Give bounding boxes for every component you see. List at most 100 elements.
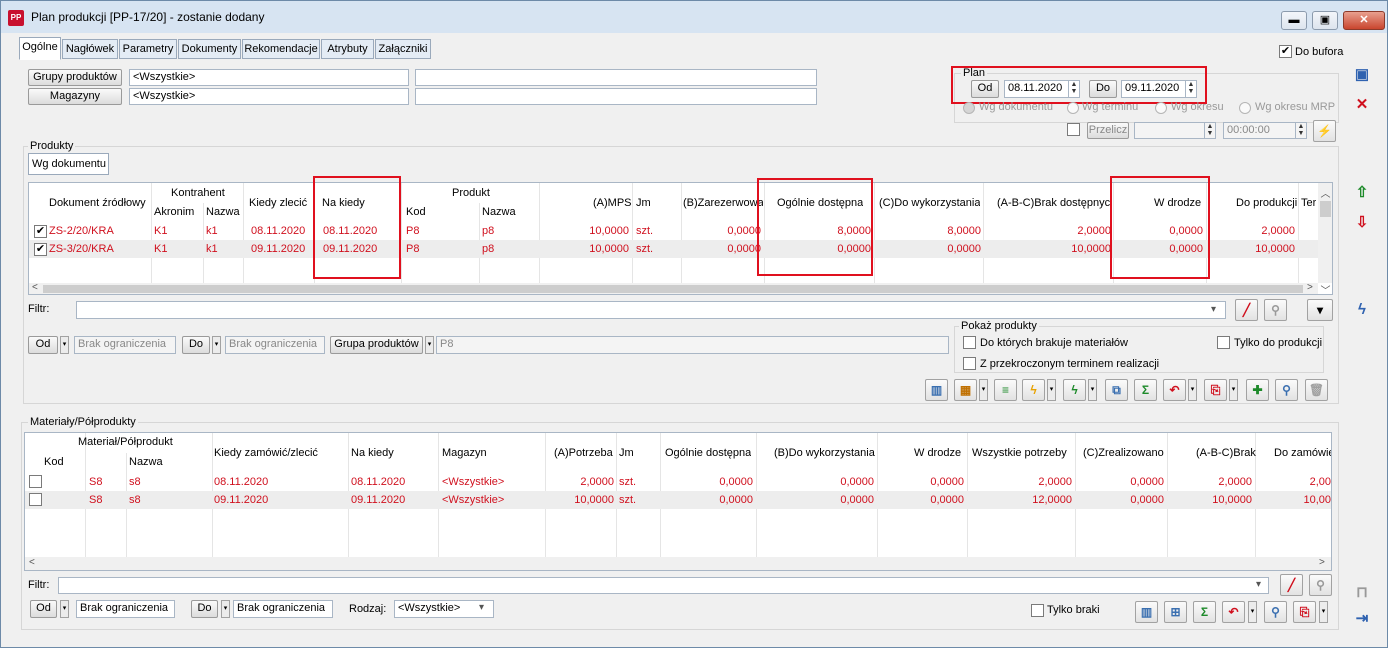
grupy-produktow-button[interactable]: Grupy produktów [28, 69, 122, 86]
tab-wg-dokumentu[interactable]: Wg dokumentu [28, 153, 109, 175]
row-checkbox[interactable]: ✔ [34, 225, 47, 238]
col-a-potrzeba[interactable]: (A)Potrzeba [554, 447, 613, 459]
col-w-drodze[interactable]: W drodze [914, 447, 961, 459]
document-export-dropdown[interactable]: ▾ [1229, 379, 1238, 401]
horizontal-scrollbar[interactable] [25, 557, 1331, 570]
minimize-button[interactable]: ▬ [1281, 11, 1307, 30]
green-lightning-dropdown[interactable]: ▾ [1088, 379, 1097, 401]
przelicz-date-spin[interactable]: ▲ ▼ [1204, 123, 1215, 138]
filter-builder-icon[interactable]: ⚲ [1264, 299, 1287, 321]
produkty-filter-input[interactable] [76, 301, 1226, 319]
col-c-do-wykorzystania[interactable]: (C)Do wykorzystania [879, 197, 980, 209]
brakuje-materialow-checkbox[interactable] [963, 336, 976, 349]
close-button[interactable]: ✕ [1343, 11, 1385, 30]
radio-wg-terminu[interactable] [1067, 102, 1079, 114]
wizard-icon[interactable]: ⚡ [1313, 120, 1336, 142]
save-icon[interactable]: ▣ [1350, 63, 1374, 87]
col-b-do-wykorzystania[interactable]: (B)Do wykorzystania [774, 447, 875, 459]
generate-dropdown[interactable]: ▾ [979, 379, 988, 401]
sum-icon[interactable]: Σ [1134, 379, 1157, 401]
col-produkt-nazwa[interactable]: Nazwa [482, 206, 516, 218]
filter-dropdown-icon[interactable]: ▾ [1256, 579, 1261, 590]
col-jm[interactable]: Jm [636, 197, 651, 209]
materialy-do-button[interactable]: Do [191, 600, 218, 618]
scroll-right-icon[interactable]: > [1307, 282, 1313, 293]
magazyny-field[interactable]: <Wszystkie> [129, 88, 409, 105]
plan-od-spin[interactable]: ▲ ▼ [1068, 81, 1079, 97]
tylko-braki-checkbox[interactable] [1031, 604, 1044, 617]
plan-do-spin[interactable]: ▲ ▼ [1185, 81, 1196, 97]
chart-icon[interactable]: ▥ [925, 379, 948, 401]
col-kod[interactable]: Kod [406, 206, 426, 218]
materialy-od-dropdown[interactable]: ▾ [60, 600, 69, 618]
filter-builder-icon[interactable]: ⚲ [1309, 574, 1332, 596]
document-icon[interactable]: ⎘ [1293, 601, 1316, 623]
col-ter[interactable]: Ter [1301, 197, 1316, 209]
col-abc-brak[interactable]: (A-B-C)Brak dostępnych [997, 197, 1112, 209]
generate-icon[interactable]: ▦ [954, 379, 977, 401]
green-lightning-icon[interactable]: ϟ [1063, 379, 1086, 401]
cancel-icon[interactable]: ✕ [1350, 93, 1374, 117]
scroll-down-icon[interactable]: ﹀ [1318, 282, 1332, 294]
pin-icon[interactable]: ⇥ [1350, 607, 1374, 631]
col-a-mps[interactable]: (A)MPS [593, 197, 632, 209]
list-icon[interactable]: ≡ [994, 379, 1017, 401]
col-nazwa[interactable]: Nazwa [129, 456, 163, 468]
lightning-icon[interactable]: ϟ [1022, 379, 1045, 401]
col-kod[interactable]: Kod [44, 456, 64, 468]
col-c-zrealizowano[interactable]: (C)Zrealizowano [1083, 447, 1164, 459]
tab-ogolne[interactable]: Ogólne [19, 37, 61, 60]
hscroll-thumb[interactable] [43, 285, 1303, 293]
upload-icon[interactable]: ⇧ [1350, 181, 1374, 205]
chart-icon[interactable]: ▥ [1135, 601, 1158, 623]
sum-icon[interactable]: Σ [1193, 601, 1216, 623]
scroll-thumb[interactable] [1320, 201, 1331, 217]
col-do-produkcji[interactable]: Do produkcji [1236, 197, 1297, 209]
delete-icon[interactable]: 🗑 [1305, 379, 1328, 401]
plan-od-button[interactable]: Od [971, 80, 999, 98]
col-w-drodze[interactable]: W drodze [1154, 197, 1201, 209]
col-wszystkie-potrzeby[interactable]: Wszystkie potrzeby [972, 447, 1067, 459]
document-dropdown[interactable]: ▾ [1319, 601, 1328, 623]
przelicz-checkbox[interactable] [1067, 123, 1080, 136]
col-na-kiedy[interactable]: Na kiedy [322, 197, 365, 209]
undo-dropdown[interactable]: ▾ [1248, 601, 1257, 623]
rodzaj-dropdown-icon[interactable]: ▾ [479, 602, 484, 613]
table-row[interactable] [29, 240, 1319, 258]
col-magazyn[interactable]: Magazyn [442, 447, 487, 459]
materialy-od-button[interactable]: Od [30, 600, 57, 618]
table-row[interactable] [29, 222, 1319, 240]
tylko-do-produkcji-checkbox[interactable] [1217, 336, 1230, 349]
maximize-button[interactable]: ▣ [1312, 11, 1338, 30]
filter-options-icon[interactable]: ▾ [1307, 299, 1333, 321]
col-dokument[interactable]: Dokument źródłowy [49, 197, 146, 209]
scroll-up-icon[interactable]: ︿ [1318, 185, 1332, 200]
copy-document-icon[interactable]: ⧉ [1105, 379, 1128, 401]
col-ogolnie-dostepna[interactable]: Ogólnie dostępna [777, 197, 863, 209]
col-do-zamowienia[interactable]: Do zamówie [1274, 447, 1331, 459]
do-bufora-checkbox[interactable]: ✔ [1279, 45, 1292, 58]
row-checkbox[interactable] [29, 493, 42, 506]
clear-filter-icon[interactable]: ╱ [1235, 299, 1258, 321]
row-checkbox[interactable]: ✔ [34, 243, 47, 256]
produkty-od-field[interactable]: Brak ograniczenia [74, 336, 176, 354]
grupa-produktow-button[interactable]: Grupa produktów [330, 336, 423, 354]
undo-icon[interactable]: ↶ [1222, 601, 1245, 623]
filter-dropdown-icon[interactable]: ▾ [1211, 304, 1216, 315]
download-icon[interactable]: ⇩ [1350, 211, 1374, 235]
przekroczonym-terminem-checkbox[interactable] [963, 357, 976, 370]
tab-zalaczniki[interactable]: Załączniki [375, 39, 431, 59]
row-checkbox[interactable] [29, 475, 42, 488]
scroll-right-icon[interactable]: > [1319, 557, 1325, 568]
col-nazwa[interactable]: Nazwa [206, 206, 240, 218]
radio-wg-okresu[interactable] [1155, 102, 1167, 114]
tab-parametry[interactable]: Parametry [119, 39, 177, 59]
plan-do-button[interactable]: Do [1089, 80, 1117, 98]
grupy-produktow-field[interactable]: <Wszystkie> [129, 69, 409, 86]
tab-rekomendacje[interactable]: Rekomendacje [242, 39, 320, 59]
clear-filter-icon[interactable]: ╱ [1280, 574, 1303, 596]
col-abc-brak[interactable]: (A-B-C)Brak [1196, 447, 1256, 459]
search-icon[interactable]: ⚲ [1275, 379, 1298, 401]
tab-atrybuty[interactable]: Atrybuty [321, 39, 374, 59]
col-kiedy-zlecic[interactable]: Kiedy zlecić [249, 197, 307, 209]
